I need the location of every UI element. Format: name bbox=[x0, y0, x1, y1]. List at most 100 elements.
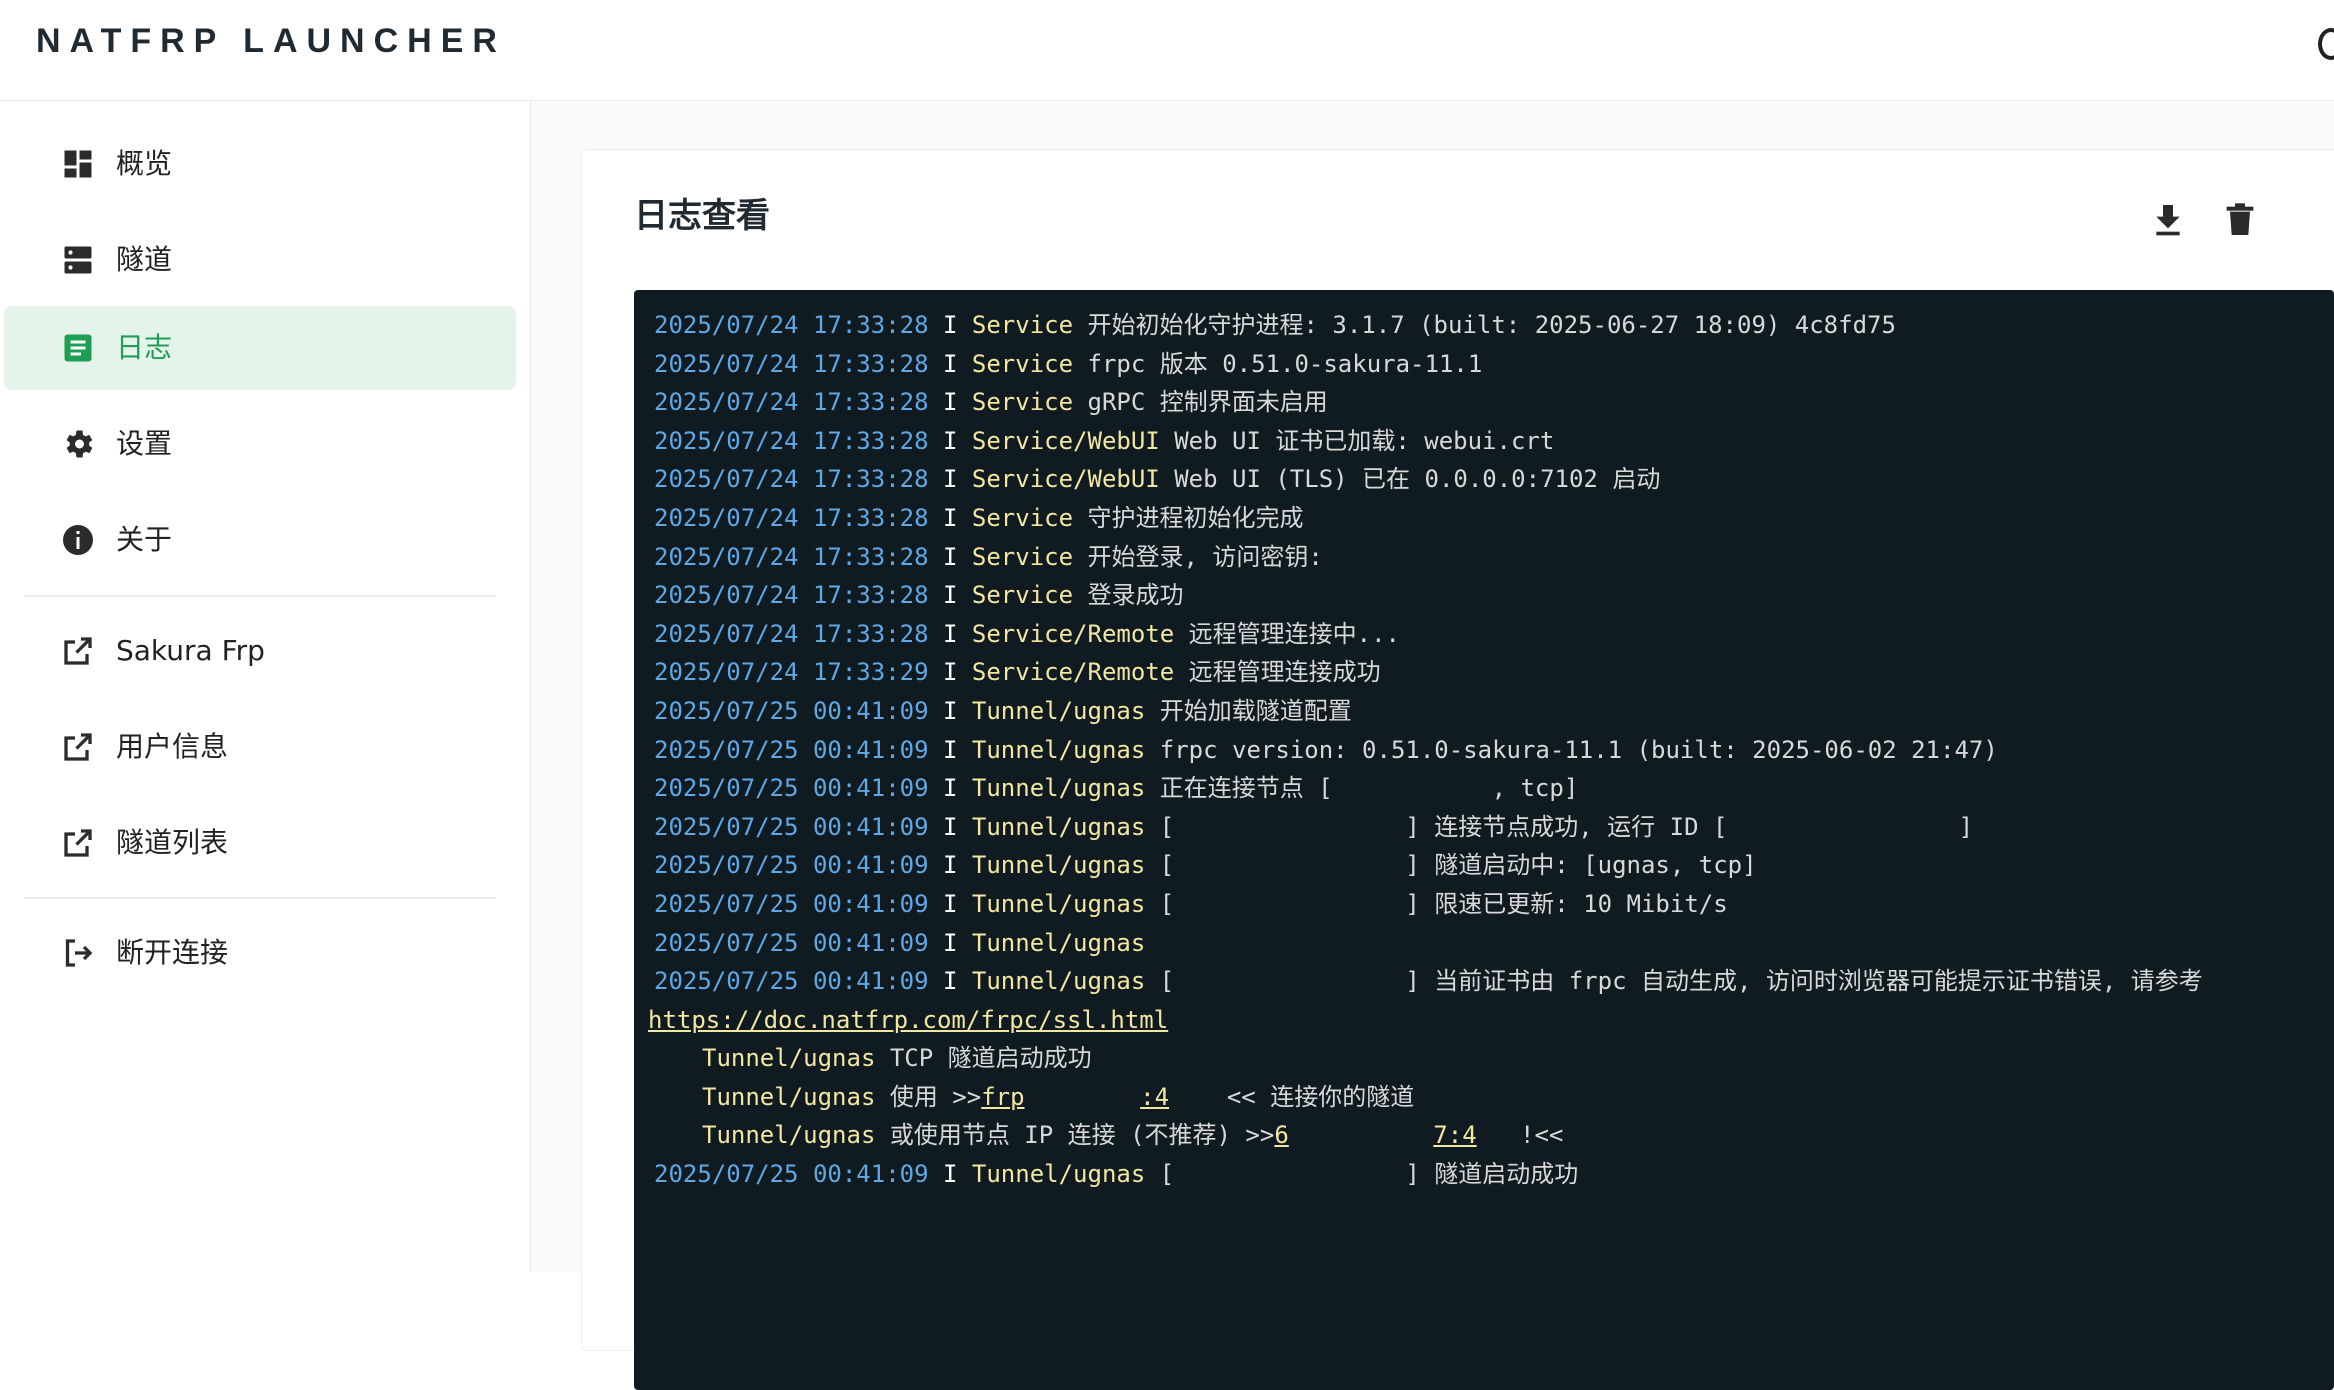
log-message: TCP 隧道启动成功 bbox=[889, 1044, 1092, 1073]
log-source: Service bbox=[971, 388, 1074, 417]
log-level: I bbox=[943, 581, 958, 610]
log-level: I bbox=[943, 735, 958, 764]
log-card: 日志查看 2025/07/24 17:33:28 I Service 开始初始化… bbox=[581, 149, 2334, 1390]
log-message: Web UI (TLS) 已在 0.0.0.0:7102 启动 bbox=[1174, 465, 1661, 494]
log-line: 2025/07/24 17:33:28 I Service 登录成功 bbox=[654, 576, 2203, 615]
account-icon[interactable] bbox=[2318, 28, 2334, 60]
log-line: 2025/07/24 17:33:28 I Service/Remote 远程管… bbox=[654, 615, 2203, 654]
log-source: Tunnel/ugnas bbox=[971, 967, 1146, 996]
log-source: Service/WebUI bbox=[971, 465, 1160, 494]
sidebar-divider bbox=[24, 897, 496, 899]
download-button[interactable] bbox=[2148, 198, 2188, 242]
log-output: 2025/07/24 17:33:28 I Service 开始初始化守护进程:… bbox=[648, 306, 2203, 1194]
log-level: I bbox=[943, 889, 958, 918]
app-brand: NATFRP LAUNCHER bbox=[36, 22, 506, 60]
log-line: https://doc.natfrp.com/frpc/ssl.html bbox=[648, 1001, 2203, 1040]
sidebar-item-about[interactable]: 关于 bbox=[4, 498, 516, 582]
log-line: 2025/07/25 00:41:09 I Tunnel/ugnas [ ] 连… bbox=[654, 808, 2203, 847]
sidebar-link-sakura-frp[interactable]: Sakura Frp bbox=[4, 609, 516, 693]
log-level: I bbox=[943, 658, 958, 687]
log-message: 或使用节点 IP 连接 (不推荐) >> bbox=[889, 1121, 1275, 1150]
log-message: 使用 >> bbox=[889, 1082, 982, 1111]
log-timestamp: 2025/07/24 17:33:28 bbox=[654, 619, 929, 648]
log-timestamp: 2025/07/25 00:41:09 bbox=[654, 812, 929, 841]
sidebar-item-tunnels[interactable]: 隧道 bbox=[4, 218, 516, 302]
external-link-icon bbox=[64, 637, 92, 665]
tunnel-address-link: frp bbox=[981, 1082, 1025, 1111]
external-link-icon bbox=[64, 829, 92, 857]
sidebar-item-settings[interactable]: 设置 bbox=[4, 402, 516, 486]
log-source: Tunnel/ugnas bbox=[971, 851, 1146, 880]
log-message: [ ] 隧道启动中: [ugnas, tcp] bbox=[1159, 851, 1757, 880]
log-level: I bbox=[943, 696, 958, 725]
log-line: 2025/07/24 17:33:28 I Service 守护进程初始化完成 bbox=[654, 499, 2203, 538]
sidebar-link-user-info[interactable]: 用户信息 bbox=[4, 705, 516, 789]
log-timestamp: 2025/07/24 17:33:28 bbox=[654, 426, 929, 455]
log-timestamp: 2025/07/25 00:41:09 bbox=[654, 1160, 929, 1189]
log-timestamp: 2025/07/24 17:33:29 bbox=[654, 658, 929, 687]
sidebar: 概览 隧道 日志 设置 关于 Sakura Frp 用户信息 隧道列表 断开连接 bbox=[0, 101, 531, 1272]
log-line: 2025/07/24 17:33:29 I Service/Remote 远程管… bbox=[654, 653, 2203, 692]
log-level: I bbox=[943, 388, 958, 417]
log-level: I bbox=[943, 774, 958, 803]
clear-log-button[interactable] bbox=[2220, 198, 2260, 242]
log-message: 远程管理连接成功 bbox=[1188, 658, 1381, 687]
sidebar-item-label: 设置 bbox=[116, 427, 173, 460]
log-message: 登录成功 bbox=[1087, 581, 1184, 610]
sidebar-link-label: 用户信息 bbox=[116, 730, 229, 763]
external-link-icon bbox=[64, 733, 92, 761]
sidebar-item-disconnect[interactable]: 断开连接 bbox=[4, 911, 516, 995]
log-message: 开始初始化守护进程: 3.1.7 (built: 2025-06-27 18:0… bbox=[1087, 311, 1896, 339]
sidebar-item-label: 隧道 bbox=[116, 243, 173, 276]
log-source: Service bbox=[971, 503, 1074, 532]
log-message: frpc version: 0.51.0-sakura-11.1 (built:… bbox=[1159, 735, 1998, 764]
log-line: 2025/07/25 00:41:09 I Tunnel/ugnas bbox=[654, 924, 2203, 963]
sidebar-item-label: 关于 bbox=[116, 523, 173, 556]
log-timestamp: 2025/07/25 00:41:09 bbox=[654, 889, 929, 918]
log-line: 2025/07/25 00:41:09 I Tunnel/ugnas frpc … bbox=[654, 731, 2203, 770]
log-line: Tunnel/ugnas TCP 隧道启动成功 bbox=[654, 1039, 2203, 1078]
doc-link[interactable]: https://doc.natfrp.com/frpc/ssl.html bbox=[648, 1006, 1168, 1034]
sidebar-link-label: Sakura Frp bbox=[116, 634, 265, 667]
log-timestamp: 2025/07/25 00:41:09 bbox=[654, 774, 929, 803]
log-source: Tunnel/ugnas bbox=[702, 1121, 876, 1150]
log-timestamp: 2025/07/24 17:33:28 bbox=[654, 581, 929, 610]
log-message: gRPC 控制界面未启用 bbox=[1087, 388, 1328, 417]
log-level: I bbox=[943, 465, 958, 494]
sidebar-item-logs[interactable]: 日志 bbox=[4, 306, 516, 390]
log-message: Web UI 证书已加载: webui.crt bbox=[1174, 426, 1555, 455]
log-line: 2025/07/25 00:41:09 I Tunnel/ugnas 开始加载隧… bbox=[654, 692, 2203, 731]
dashboard-icon bbox=[64, 150, 92, 178]
log-message: [ ] 连接节点成功, 运行 ID [ ] bbox=[1159, 812, 1974, 841]
log-line: 2025/07/24 17:33:28 I Service frpc 版本 0.… bbox=[654, 345, 2203, 384]
log-source: Service bbox=[971, 542, 1074, 571]
log-line: 2025/07/25 00:41:09 I Tunnel/ugnas [ ] 隧… bbox=[654, 846, 2203, 885]
log-line: Tunnel/ugnas 或使用节点 IP 连接 (不推荐) >>6 7:4 !… bbox=[654, 1116, 2203, 1155]
log-source: Tunnel/ugnas bbox=[971, 889, 1146, 918]
log-source: Service bbox=[971, 581, 1074, 610]
log-timestamp: 2025/07/24 17:33:28 bbox=[654, 349, 929, 378]
log-message: 开始登录, 访问密钥: bbox=[1087, 542, 1323, 571]
sidebar-link-tunnel-list[interactable]: 隧道列表 bbox=[4, 801, 516, 885]
logout-icon bbox=[65, 939, 93, 967]
log-line: 2025/07/24 17:33:28 I Service gRPC 控制界面未… bbox=[654, 383, 2203, 422]
log-level: I bbox=[943, 311, 958, 339]
log-source: Tunnel/ugnas bbox=[971, 812, 1146, 841]
log-document-icon bbox=[64, 334, 92, 362]
log-source: Tunnel/ugnas bbox=[702, 1082, 876, 1111]
log-timestamp: 2025/07/25 00:41:09 bbox=[654, 735, 929, 764]
log-source: Service bbox=[971, 311, 1074, 339]
log-timestamp: 2025/07/24 17:33:28 bbox=[654, 388, 929, 417]
log-message: [ ] 限速已更新: 10 Mibit/s bbox=[1159, 889, 1728, 918]
log-level: I bbox=[943, 619, 958, 648]
log-line: 2025/07/25 00:41:09 I Tunnel/ugnas [ ] 隧… bbox=[654, 1155, 2203, 1194]
log-line: 2025/07/25 00:41:09 I Tunnel/ugnas [ ] 当… bbox=[654, 962, 2203, 1001]
log-line: Tunnel/ugnas 使用 >>frp :4 << 连接你的隧道 bbox=[654, 1078, 2203, 1117]
log-source: Tunnel/ugnas bbox=[702, 1044, 876, 1073]
log-timestamp: 2025/07/24 17:33:28 bbox=[654, 503, 929, 532]
sidebar-item-overview[interactable]: 概览 bbox=[4, 122, 516, 206]
log-message: frpc 版本 0.51.0-sakura-11.1 bbox=[1087, 349, 1483, 378]
log-message: 远程管理连接中... bbox=[1188, 619, 1401, 648]
log-terminal[interactable]: 2025/07/24 17:33:28 I Service 开始初始化守护进程:… bbox=[634, 290, 2334, 1390]
log-level: I bbox=[943, 1160, 958, 1189]
